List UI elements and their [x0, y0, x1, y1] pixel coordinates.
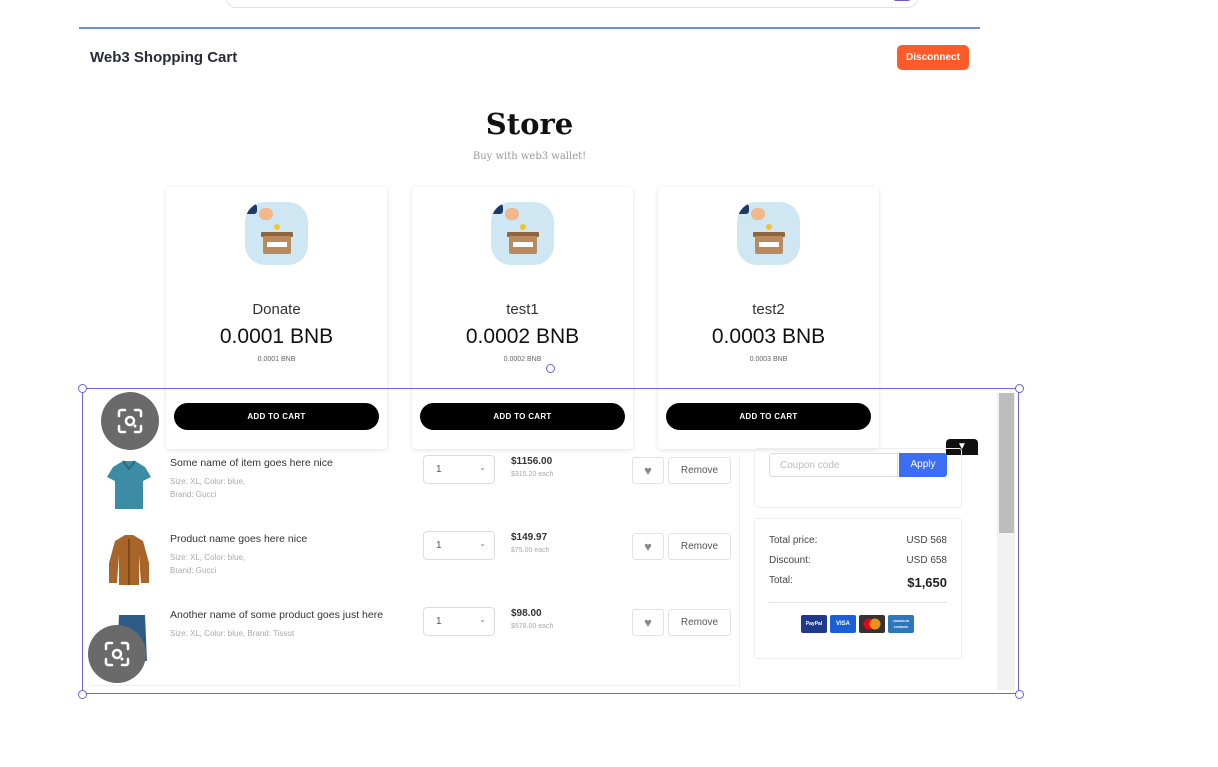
- product-price-small: 0.0001 BNB: [257, 356, 296, 363]
- product-name: test2: [752, 301, 785, 318]
- product-price: 0.0001 BNB: [219, 325, 334, 348]
- donation-box-icon: [491, 202, 554, 265]
- visual-search-button-secondary[interactable]: [88, 625, 146, 683]
- donation-box-icon: [737, 202, 800, 265]
- product-name: test1: [506, 301, 539, 318]
- screenshot-selection-box[interactable]: [82, 388, 1019, 694]
- selection-handle-rotate[interactable]: [546, 364, 555, 373]
- selection-handle-top-right[interactable]: [1015, 384, 1024, 393]
- disconnect-button[interactable]: Disconnect: [897, 45, 969, 70]
- lens-icon: [104, 641, 130, 667]
- product-name: Donate: [252, 301, 301, 318]
- selection-handle-bottom-right[interactable]: [1015, 690, 1024, 699]
- selection-handle-top-left[interactable]: [78, 384, 87, 393]
- donation-box-icon: [245, 202, 308, 265]
- brand-title: Web3 Shopping Cart: [90, 49, 238, 66]
- product-price: 0.0003 BNB: [711, 325, 826, 348]
- lens-icon: [117, 408, 143, 434]
- product-price: 0.0002 BNB: [465, 325, 580, 348]
- visual-search-button[interactable]: [101, 392, 159, 450]
- product-price-small: 0.0002 BNB: [503, 356, 542, 363]
- page-title: Store: [485, 107, 574, 141]
- page-subtitle: Buy with web3 wallet!: [472, 151, 587, 162]
- search-bar-knob: [893, 0, 911, 1]
- browser-search-bar[interactable]: [226, 0, 918, 8]
- product-price-small: 0.0003 BNB: [749, 356, 788, 363]
- selection-handle-bottom-left[interactable]: [78, 690, 87, 699]
